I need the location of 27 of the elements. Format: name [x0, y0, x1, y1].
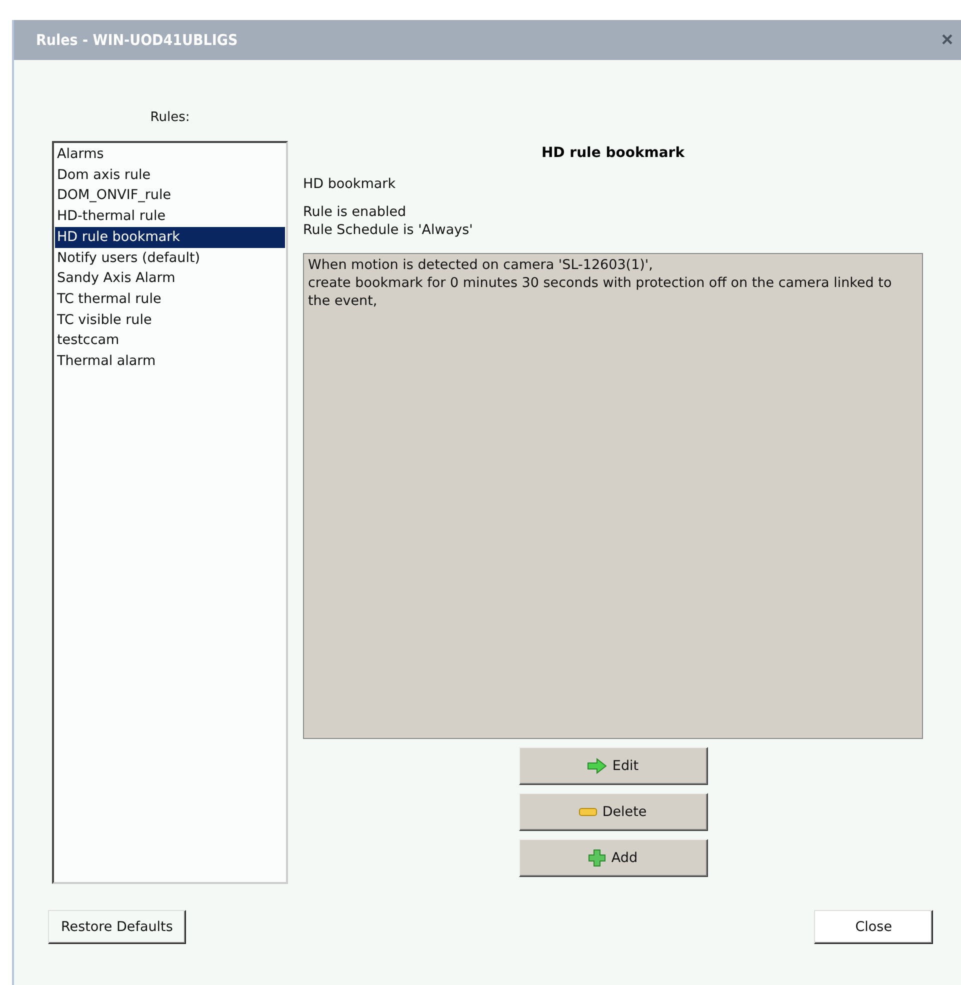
delete-button[interactable]: Delete: [518, 793, 708, 831]
rule-title: HD rule bookmark: [540, 145, 686, 161]
window-title: Rules - WIN-UOD41UBLIGS: [36, 31, 238, 49]
rule-item[interactable]: DOM_ONVIF_rule: [55, 185, 285, 206]
rule-description: HD bookmark: [303, 175, 397, 193]
rule-item[interactable]: HD-thermal rule: [55, 206, 285, 227]
minus-icon: [579, 808, 598, 816]
close-dialog-button[interactable]: Close: [814, 910, 933, 944]
restore-defaults-button[interactable]: Restore Defaults: [48, 910, 186, 944]
rule-status: Rule Schedule is 'Always': [303, 221, 474, 239]
rule-item[interactable]: Notify users (default): [55, 248, 285, 268]
rule-text: When motion is detected on camera 'SL-12603(1)',: [308, 256, 654, 274]
rule-item[interactable]: Sandy Axis Alarm: [55, 268, 285, 289]
rule-item[interactable]: TC visible rule: [55, 310, 285, 330]
rule-text: create bookmark for 0 minutes 30 seconds with protection off on the camera linked to the event,: [308, 274, 893, 310]
rule-item[interactable]: HD rule bookmark: [55, 226, 285, 248]
rule-status: Rule is enabled: [303, 203, 408, 221]
add-button[interactable]: Add: [518, 839, 708, 877]
rule-item[interactable]: testccam: [55, 330, 285, 352]
plus-icon: [588, 849, 606, 867]
edit-button[interactable]: Edit: [518, 747, 708, 785]
rules-label: Rules:: [150, 110, 190, 125]
rule-item[interactable]: Thermal alarm: [55, 351, 285, 372]
rule-item[interactable]: Dom axis rule: [55, 164, 285, 186]
arrow-icon: [587, 758, 608, 774]
rule-item[interactable]: Alarms: [55, 144, 285, 165]
rule-item[interactable]: TC thermal rule: [55, 288, 285, 310]
